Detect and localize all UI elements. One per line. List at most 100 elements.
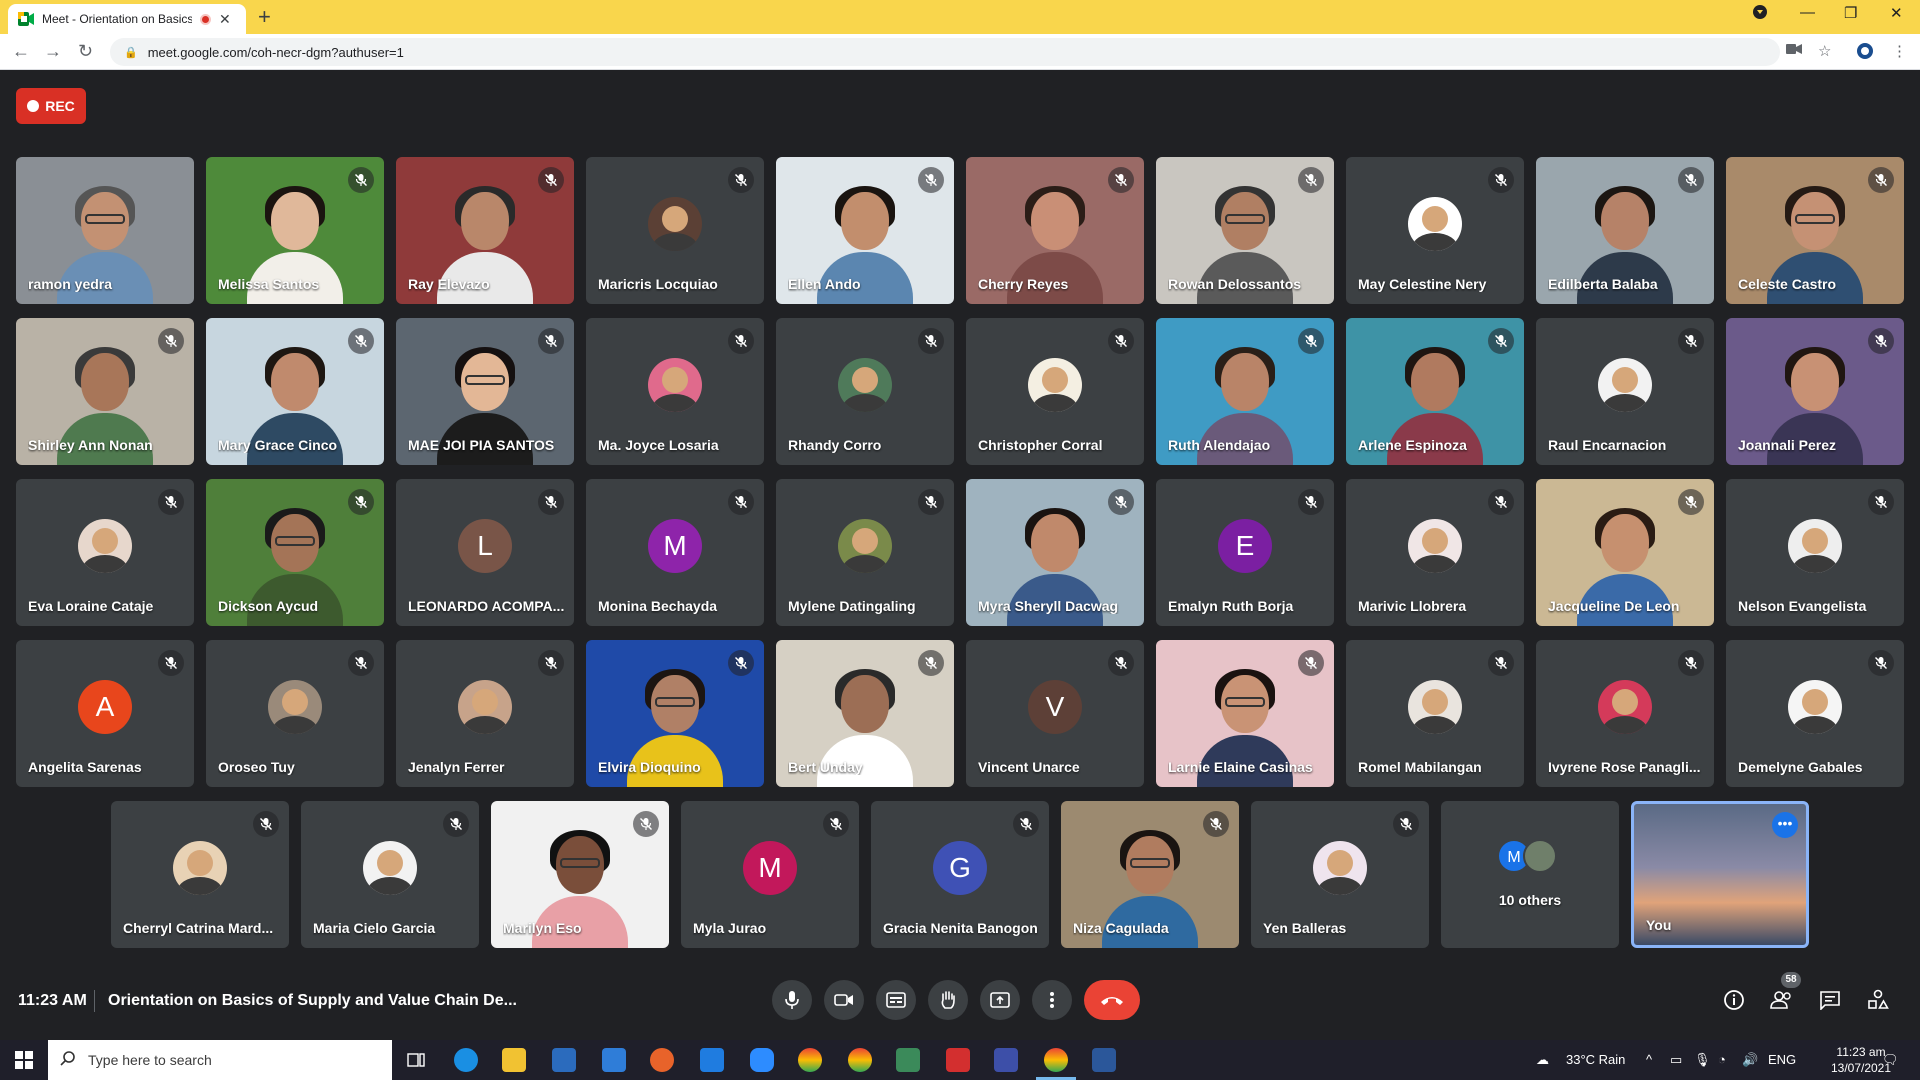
- participant-tile[interactable]: Eva Loraine Cataje: [16, 479, 194, 626]
- back-arrow-icon[interactable]: ←: [12, 41, 30, 62]
- microsoft-store-icon[interactable]: [552, 1048, 576, 1072]
- more-options-button[interactable]: [1032, 980, 1072, 1020]
- participant-tile[interactable]: Jenalyn Ferrer: [396, 640, 574, 787]
- participant-tile[interactable]: May Celestine Nery: [1346, 157, 1524, 304]
- close-tab-icon[interactable]: ✕: [219, 11, 231, 28]
- participant-tile[interactable]: A Angelita Sarenas: [16, 640, 194, 787]
- participant-tile[interactable]: Mylene Datingaling: [776, 479, 954, 626]
- weather-text[interactable]: 33°C Rain: [1566, 1052, 1625, 1067]
- participant-tile[interactable]: M Myla Jurao: [681, 801, 859, 948]
- taskbar-search-box[interactable]: Type here to search: [48, 1040, 392, 1080]
- network-icon[interactable]: ▭: [1670, 1052, 1682, 1068]
- participant-tile[interactable]: Myra Sheryll Dacwag: [966, 479, 1144, 626]
- participant-tile[interactable]: M Monina Bechayda: [586, 479, 764, 626]
- participant-tile[interactable]: Cherry Reyes: [966, 157, 1144, 304]
- participant-tile[interactable]: Christopher Corral: [966, 318, 1144, 465]
- weather-cloud-icon[interactable]: ☁: [1536, 1052, 1549, 1068]
- participant-tile[interactable]: MAE JOI PIA SANTOS: [396, 318, 574, 465]
- participant-tile[interactable]: Ellen Ando: [776, 157, 954, 304]
- participant-tile[interactable]: Demelyne Gabales: [1726, 640, 1904, 787]
- participant-tile[interactable]: Ivyrene Rose Panagli...: [1536, 640, 1714, 787]
- present-screen-button[interactable]: [980, 980, 1020, 1020]
- meeting-title[interactable]: Orientation on Basics of Supply and Valu…: [108, 992, 517, 1010]
- file-explorer-icon[interactable]: [502, 1048, 526, 1072]
- firefox-icon[interactable]: [650, 1048, 674, 1072]
- dropbox-icon[interactable]: [700, 1048, 724, 1072]
- participant-tile[interactable]: Jacqueline De Leon: [1536, 479, 1714, 626]
- participant-tile[interactable]: Dickson Aycud: [206, 479, 384, 626]
- word-icon[interactable]: [1092, 1048, 1116, 1072]
- microphone-button[interactable]: [772, 980, 812, 1020]
- participant-tile[interactable]: Joannali Perez: [1726, 318, 1904, 465]
- participant-tile[interactable]: Ruth Alendajao: [1156, 318, 1334, 465]
- reload-icon[interactable]: ↻: [78, 41, 93, 62]
- participant-tile[interactable]: Niza Cagulada: [1061, 801, 1239, 948]
- participant-tile[interactable]: Bert Unday: [776, 640, 954, 787]
- close-window-icon[interactable]: ✕: [1890, 4, 1903, 22]
- chrome-menu-icon[interactable]: ⋮: [1892, 42, 1907, 60]
- camera-in-use-icon[interactable]: [1786, 42, 1802, 59]
- start-button[interactable]: [0, 1040, 48, 1080]
- participant-tile[interactable]: Raul Encarnacion: [1536, 318, 1714, 465]
- forward-arrow-icon[interactable]: →: [44, 41, 62, 62]
- browser-tab-meet[interactable]: Meet - Orientation on Basics ✕: [8, 4, 246, 34]
- participant-tile[interactable]: Rhandy Corro: [776, 318, 954, 465]
- camera-button[interactable]: [824, 980, 864, 1020]
- others-tile[interactable]: M 10 others: [1441, 801, 1619, 948]
- participant-tile[interactable]: Marilyn Eso: [491, 801, 669, 948]
- profile-menu-icon[interactable]: [1752, 4, 1768, 24]
- participant-tile[interactable]: Rowan Delossantos: [1156, 157, 1334, 304]
- participant-tile[interactable]: Melissa Santos: [206, 157, 384, 304]
- participant-tile[interactable]: Edilberta Balaba: [1536, 157, 1714, 304]
- participant-tile[interactable]: Marivic Llobrera: [1346, 479, 1524, 626]
- participant-tile[interactable]: Nelson Evangelista: [1726, 479, 1904, 626]
- language-indicator[interactable]: ENG: [1768, 1052, 1796, 1067]
- url-omnibox[interactable]: 🔒 meet.google.com/coh-necr-dgm?authuser=…: [110, 38, 1780, 66]
- participant-tile[interactable]: E Emalyn Ruth Borja: [1156, 479, 1334, 626]
- participant-tile[interactable]: Romel Mabilangan: [1346, 640, 1524, 787]
- restore-icon[interactable]: ❐: [1844, 4, 1857, 22]
- participant-tile[interactable]: Oroseo Tuy: [206, 640, 384, 787]
- chrome-profile-icon[interactable]: [798, 1048, 822, 1072]
- calculator-icon[interactable]: [896, 1048, 920, 1072]
- participant-tile[interactable]: Yen Balleras: [1251, 801, 1429, 948]
- zoom-icon[interactable]: [750, 1048, 774, 1072]
- participant-tile[interactable]: L LEONARDO ACOMPA...: [396, 479, 574, 626]
- captions-button[interactable]: [876, 980, 916, 1020]
- participant-tile[interactable]: ramon yedra: [16, 157, 194, 304]
- meeting-details-button[interactable]: [1714, 980, 1754, 1020]
- participant-tile[interactable]: Larnie Elaine Casinas: [1156, 640, 1334, 787]
- participant-tile[interactable]: V Vincent Unarce: [966, 640, 1144, 787]
- participant-tile[interactable]: Maricris Locquiao: [586, 157, 764, 304]
- self-view-tile[interactable]: ••• You: [1631, 801, 1809, 948]
- participant-tile[interactable]: Arlene Espinoza: [1346, 318, 1524, 465]
- task-view-icon[interactable]: [404, 1048, 428, 1072]
- wifi-icon[interactable]: ◔: [1718, 1052, 1726, 1067]
- bookmark-star-icon[interactable]: ☆: [1818, 42, 1831, 60]
- chat-button[interactable]: [1810, 980, 1850, 1020]
- participant-tile[interactable]: Mary Grace Cinco: [206, 318, 384, 465]
- minimize-icon[interactable]: —: [1800, 4, 1815, 21]
- app-icon[interactable]: [994, 1048, 1018, 1072]
- participant-tile[interactable]: Cherryl Catrina Mard...: [111, 801, 289, 948]
- mic-tray-icon[interactable]: 🎙: [1694, 1052, 1711, 1068]
- participant-tile[interactable]: Celeste Castro: [1726, 157, 1904, 304]
- new-tab-icon[interactable]: +: [258, 4, 271, 30]
- participant-tile[interactable]: Elvira Dioquino: [586, 640, 764, 787]
- notifications-icon[interactable]: 🗨: [1882, 1052, 1899, 1068]
- participant-tile[interactable]: Maria Cielo Garcia: [301, 801, 479, 948]
- chrome-active-icon[interactable]: [1036, 1048, 1076, 1080]
- participant-tile[interactable]: Ma. Joyce Losaria: [586, 318, 764, 465]
- more-horizontal-icon[interactable]: •••: [1772, 812, 1798, 838]
- extension-icon[interactable]: [1856, 42, 1874, 64]
- participant-tile[interactable]: Ray Elevazo: [396, 157, 574, 304]
- activities-button[interactable]: [1858, 980, 1898, 1020]
- tray-chevron-icon[interactable]: ^: [1646, 1052, 1652, 1067]
- mail-icon[interactable]: [602, 1048, 626, 1072]
- leave-call-button[interactable]: [1084, 980, 1140, 1020]
- participant-tile[interactable]: G Gracia Nenita Banogon: [871, 801, 1049, 948]
- volume-icon[interactable]: 🔊: [1742, 1052, 1758, 1068]
- raise-hand-button[interactable]: [928, 980, 968, 1020]
- edge-browser-icon[interactable]: [454, 1048, 478, 1072]
- acrobat-icon[interactable]: [946, 1048, 970, 1072]
